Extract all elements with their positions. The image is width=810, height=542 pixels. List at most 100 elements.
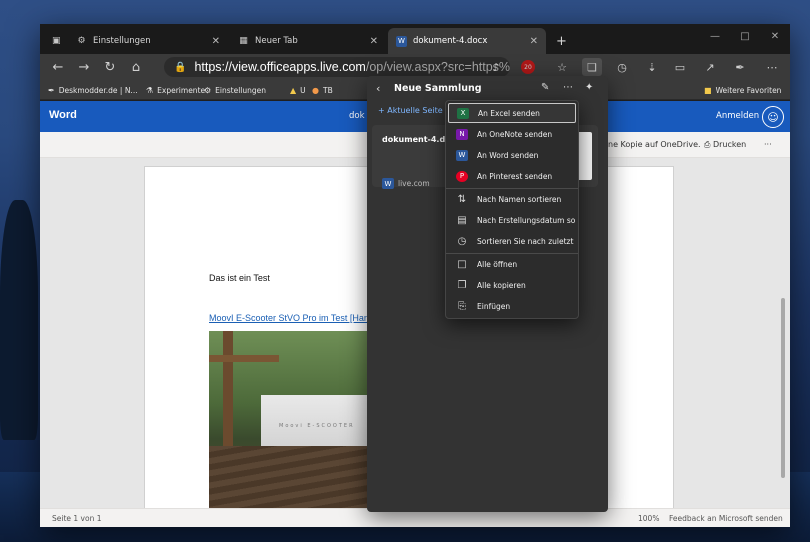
- menu-item-open-all[interactable]: □ Alle öffnen: [448, 254, 576, 274]
- favorite-label: TB: [322, 85, 333, 95]
- tab-bar: ▣ ⚙ Einstellungen ✕ ▦ Neuer Tab ✕ W doku…: [40, 24, 790, 54]
- history-icon[interactable]: ◷: [612, 58, 632, 76]
- menu-item-sort-name[interactable]: ⇅ Nach Namen sortieren: [448, 189, 576, 209]
- copy-icon: ❐: [457, 279, 467, 291]
- calendar-icon: ▤: [457, 214, 467, 226]
- menu-item-sort-created[interactable]: ▤ Nach Erstellungsdatum sort: [448, 210, 576, 230]
- forward-button[interactable]: →: [74, 58, 94, 76]
- page-icon: ▦: [239, 36, 248, 46]
- menu-item-send-word[interactable]: W An Word senden: [448, 145, 576, 165]
- pen-icon[interactable]: ✒: [730, 58, 750, 76]
- favorite-item[interactable]: ▲ U: [290, 83, 306, 97]
- minimize-button[interactable]: —: [700, 24, 730, 48]
- favorites-star-icon[interactable]: ☆: [552, 58, 572, 76]
- tag-icon: ▲: [290, 85, 297, 95]
- page-count: Seite 1 von 1: [52, 514, 102, 523]
- menu-item-send-pinterest[interactable]: P An Pinterest senden: [448, 166, 576, 186]
- screenshot-icon[interactable]: ▭: [670, 58, 690, 76]
- favorite-label: U: [300, 85, 306, 95]
- image-caption: Moovi E-SCOOTER: [279, 423, 355, 429]
- favorite-item[interactable]: ● TB: [312, 83, 333, 97]
- sign-in-link[interactable]: Anmelden: [716, 111, 759, 121]
- save-copy-onedrive[interactable]: ne Kopie auf OneDrive.: [608, 140, 701, 149]
- tab-label: dokument-4.docx: [413, 36, 488, 46]
- favorite-item[interactable]: ⚗ Experimente: [146, 83, 205, 97]
- ublock-icon: 20: [521, 60, 535, 74]
- workspaces-button[interactable]: ▣: [44, 28, 66, 54]
- document-link[interactable]: MoovI E-Scooter StVO Pro im Test [Hand: [209, 313, 374, 323]
- tab-document[interactable]: W dokument-4.docx ✕: [388, 28, 546, 54]
- home-button[interactable]: ⌂: [126, 58, 146, 76]
- image-deck: [209, 446, 379, 511]
- gear-icon: ⚙: [204, 85, 212, 95]
- sort-icon: ⇅: [457, 193, 467, 205]
- more-icon[interactable]: ⋯: [762, 58, 782, 76]
- menu-item-label: An OneNote senden: [477, 129, 553, 139]
- back-icon[interactable]: ‹: [376, 82, 380, 95]
- address-bar[interactable]: 🔒 https:// view.officeapps.live.com /op/…: [164, 57, 510, 77]
- add-current-page-button[interactable]: + Aktuelle Seite: [378, 106, 443, 115]
- tab-new-tab[interactable]: ▦ Neuer Tab ✕: [230, 28, 386, 54]
- more-icon[interactable]: ⋯: [563, 82, 573, 93]
- window-close-button[interactable]: ✕: [760, 24, 790, 48]
- onenote-icon: N: [456, 128, 468, 140]
- maximize-button[interactable]: □: [730, 24, 760, 48]
- pin-icon[interactable]: ✦: [585, 82, 593, 93]
- tab-label: Einstellungen: [93, 36, 151, 46]
- close-icon[interactable]: ✕: [530, 36, 538, 47]
- open-all-icon: □: [457, 258, 467, 270]
- menu-item-label: An Excel senden: [478, 108, 540, 118]
- other-favorites[interactable]: ■ Weitere Favoriten: [704, 83, 781, 97]
- collections-header: ‹ Neue Sammlung ✎ ⋯ ✦: [367, 76, 608, 102]
- avatar[interactable]: ☺: [762, 106, 784, 128]
- favorite-label: Einstellungen: [215, 85, 267, 95]
- note-icon[interactable]: ✎: [541, 82, 549, 93]
- tab-label: Neuer Tab: [255, 36, 298, 46]
- menu-item-label: Nach Erstellungsdatum sort: [477, 215, 576, 225]
- url-scheme: https://: [194, 60, 232, 74]
- image-beam: [209, 355, 279, 362]
- lock-icon: 🔒: [174, 61, 187, 73]
- feedback-link[interactable]: Feedback an Microsoft senden: [669, 514, 783, 523]
- refresh-button[interactable]: ↻: [100, 58, 120, 76]
- close-icon[interactable]: ✕: [212, 36, 220, 47]
- zoom-level[interactable]: 100%: [638, 514, 659, 523]
- print-label: Drucken: [712, 140, 747, 149]
- vertical-scrollbar[interactable]: [781, 298, 785, 478]
- back-button[interactable]: ←: [48, 58, 68, 76]
- word-icon: W: [396, 35, 407, 47]
- favorite-item[interactable]: ⚙ Einstellungen: [204, 83, 266, 97]
- download-icon[interactable]: ⇣: [642, 58, 662, 76]
- new-tab-button[interactable]: +: [548, 28, 570, 54]
- menu-item-paste[interactable]: ⎘ Einfügen: [448, 296, 576, 316]
- menu-item-send-onenote[interactable]: N An OneNote senden: [448, 124, 576, 144]
- desktop-trees-left: [0, 0, 40, 542]
- clock-icon: ◷: [457, 235, 467, 247]
- printer-icon: ⎙: [704, 140, 711, 149]
- document-title: dok: [349, 111, 365, 121]
- workspaces-icon: ▣: [52, 36, 61, 46]
- menu-item-label: Alle kopieren: [477, 280, 526, 290]
- collections-icon[interactable]: ❏: [582, 58, 602, 76]
- menu-item-label: Nach Namen sortieren: [477, 194, 562, 204]
- other-favorites-label: Weitere Favoriten: [715, 85, 782, 95]
- globe-icon: ●: [312, 85, 319, 95]
- document-image: Moovi E-SCOOTER: [209, 331, 379, 511]
- tab-settings[interactable]: ⚙ Einstellungen ✕: [68, 28, 228, 54]
- flask-icon: ⚗: [146, 85, 154, 95]
- extension-button[interactable]: 20: [518, 58, 538, 76]
- share-icon[interactable]: ↗: [700, 58, 720, 76]
- menu-item-copy-all[interactable]: ❐ Alle kopieren: [448, 275, 576, 295]
- menu-item-send-excel[interactable]: X An Excel senden: [448, 103, 576, 123]
- excel-icon: X: [457, 107, 469, 119]
- close-icon[interactable]: ✕: [370, 36, 378, 47]
- gear-icon: ⚙: [77, 36, 86, 46]
- print-button[interactable]: ⎙ Drucken: [704, 140, 746, 150]
- more-options-button[interactable]: ···: [764, 140, 772, 149]
- favorite-label: Experimente: [157, 85, 206, 95]
- menu-item-label: Sortieren Sie nach zuletzt ve: [477, 236, 576, 246]
- favorite-item[interactable]: ✒ Deskmodder.de | N...: [48, 83, 138, 97]
- paste-icon: ⎘: [458, 300, 466, 312]
- menu-item-sort-recent[interactable]: ◷ Sortieren Sie nach zuletzt ve: [448, 231, 576, 251]
- read-aloud-icon[interactable]: ♪: [486, 58, 506, 76]
